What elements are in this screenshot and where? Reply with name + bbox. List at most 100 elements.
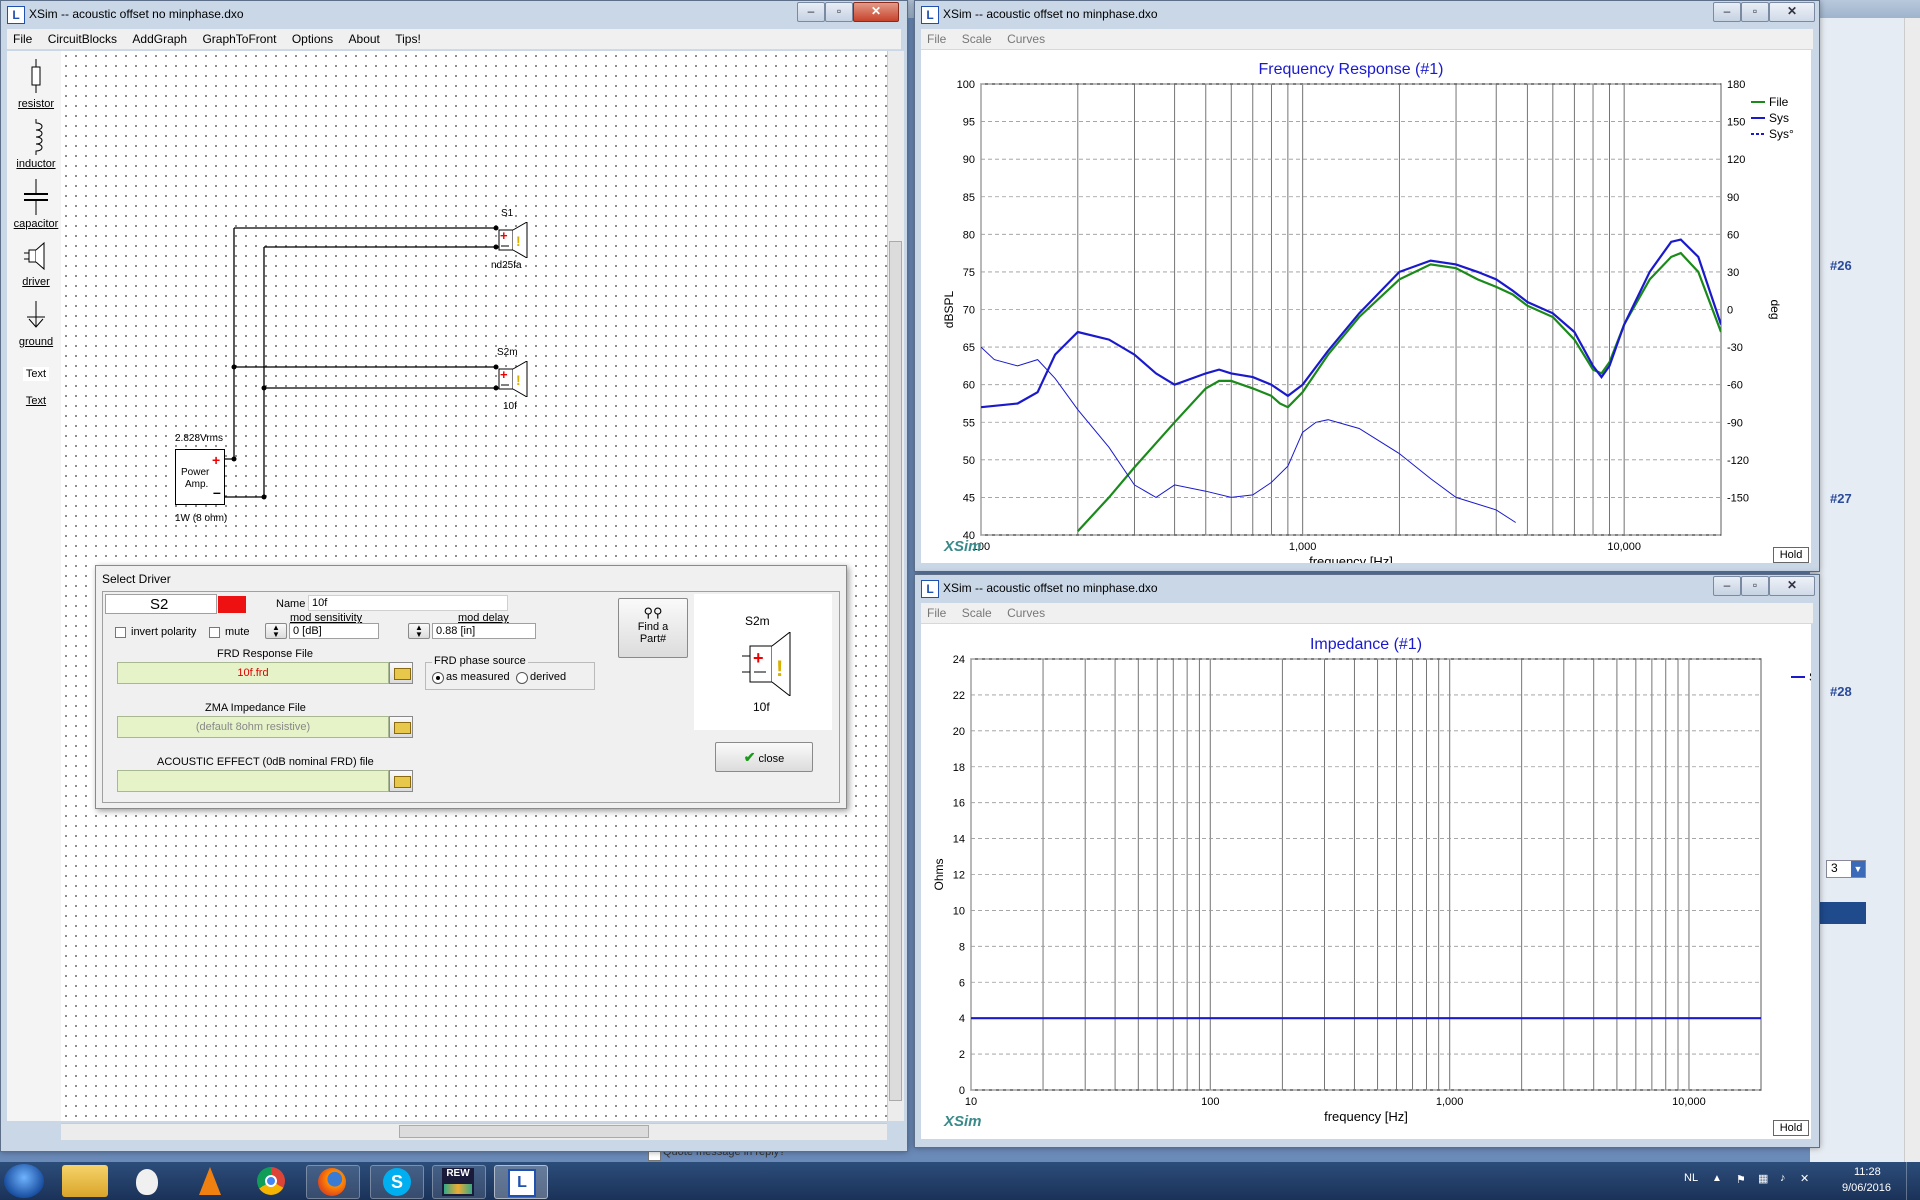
close-button[interactable]: ✔ close — [715, 742, 813, 772]
menu-options[interactable]: Options — [286, 29, 339, 46]
dialog-body: S2 Name 10f invert polarity mute mod sen… — [102, 591, 840, 803]
tool-capacitor[interactable]: capacitor — [7, 179, 65, 230]
minimize-button[interactable]: – — [797, 2, 825, 22]
mod-sensitivity-spinner[interactable]: ▲ ▼ — [265, 623, 287, 639]
acoustic-effect-label: ACOUSTIC EFFECT (0dB nominal FRD) file — [157, 756, 374, 768]
driver-id-box: S2 — [105, 594, 246, 614]
svg-text:!: ! — [776, 656, 783, 681]
background-side-tag[interactable]: #27 — [1830, 491, 1852, 506]
menu-graphtofront[interactable]: GraphToFront — [196, 29, 282, 46]
title-bar: L XSim -- acoustic offset no minphase.dx… — [915, 1, 1819, 27]
skype-taskbar-icon[interactable]: S — [370, 1165, 424, 1199]
driver-s1[interactable]: S1 +! nd25fa — [491, 208, 537, 271]
find-part-button[interactable]: ⚲⚲ Find a Part# — [618, 598, 688, 658]
menu-curves[interactable]: Curves — [1001, 29, 1051, 46]
menu-file[interactable]: File — [921, 29, 952, 46]
tray-network-icon[interactable]: ▦ — [1758, 1172, 1768, 1185]
close-window-button[interactable]: ✕ — [853, 2, 899, 22]
radio-as-measured[interactable] — [432, 672, 444, 684]
start-button[interactable] — [4, 1164, 44, 1198]
tray-chevron-icon[interactable]: ▲ — [1712, 1173, 1722, 1184]
frd-file-field[interactable]: 10f.frd — [117, 662, 389, 684]
derived-label: derived — [530, 671, 567, 683]
title-bar: L XSim -- acoustic offset no minphase.dx… — [1, 1, 907, 27]
y-tick-label: 55 — [963, 417, 975, 429]
menu-addgraph[interactable]: AddGraph — [126, 29, 193, 46]
vertical-scrollbar[interactable] — [887, 51, 904, 1121]
svg-text:+: + — [500, 367, 508, 382]
hold-button[interactable]: Hold — [1773, 547, 1809, 563]
maximize-button[interactable]: ▫ — [1741, 576, 1769, 596]
menu-circuitblocks[interactable]: CircuitBlocks — [42, 29, 123, 46]
power-amp[interactable]: Power Amp. + – — [175, 449, 225, 505]
hold-button[interactable]: Hold — [1773, 1120, 1809, 1136]
tool-ground[interactable]: ground — [7, 301, 65, 348]
clock-time[interactable]: 11:28 — [1854, 1166, 1881, 1178]
chrome-taskbar-icon[interactable] — [248, 1165, 294, 1197]
menu-file[interactable]: File — [921, 603, 952, 620]
firefox-taskbar-icon[interactable] — [306, 1165, 360, 1199]
menu-scale[interactable]: Scale — [956, 603, 998, 620]
scroll-thumb[interactable] — [399, 1125, 649, 1138]
impedance-graph-area: 0 2 4 6 8 10 12 14 16 18 20 22 24 10 100 1,000 10,000 Imp… — [921, 624, 1829, 1139]
maximize-button[interactable]: ▫ — [825, 2, 853, 22]
radio-derived[interactable] — [516, 672, 528, 684]
acoustic-file-field[interactable] — [117, 770, 389, 792]
speaker-icon — [24, 241, 45, 271]
acoustic-browse-button[interactable] — [389, 770, 413, 792]
minimize-button[interactable]: – — [1713, 576, 1741, 596]
tool-inductor[interactable]: inductor — [7, 119, 65, 170]
maximize-button[interactable]: ▫ — [1741, 2, 1769, 22]
y-tick-label: 4 — [959, 1013, 965, 1025]
background-side-select[interactable]: 3 ▼ — [1826, 860, 1866, 878]
vlc-taskbar-icon[interactable] — [186, 1165, 232, 1197]
menu-tips[interactable]: Tips! — [389, 29, 427, 46]
clock-date[interactable]: 9/06/2016 — [1842, 1182, 1891, 1194]
tool-text-link[interactable]: Text — [7, 395, 65, 407]
tool-text[interactable]: Text — [7, 367, 65, 381]
tool-driver[interactable]: driver — [7, 241, 65, 288]
show-desktop-button[interactable] — [1906, 1162, 1920, 1200]
driver-preview: S2m +! 10f — [694, 594, 832, 730]
frd-browse-button[interactable] — [389, 662, 413, 684]
impedance-chart: 02468101214161820222410 100 1,000 10,000Imp… — [932, 636, 1829, 1124]
zma-file-field[interactable]: (default 8ohm resistive) — [117, 716, 389, 738]
alien-icon — [136, 1169, 158, 1195]
mod-sensitivity-input[interactable]: 0 [dB] — [289, 623, 379, 639]
alien-taskbar-icon[interactable] — [124, 1165, 170, 1197]
mod-delay-spinner[interactable]: ▲ ▼ — [408, 623, 430, 639]
background-side-tag[interactable]: #26 — [1830, 258, 1852, 273]
invert-polarity-checkbox[interactable] — [115, 627, 126, 638]
menu-file[interactable]: File — [7, 29, 38, 46]
y2-axis-label: deg — [1768, 299, 1782, 319]
menu-about[interactable]: About — [343, 29, 386, 46]
frequency-graph-area: 40 45 50 55 60 65 70 75 80 85 90 95 100 -150 -120 -90 -6… — [921, 50, 1811, 569]
tray-app-icon[interactable]: ✕ — [1800, 1172, 1809, 1185]
tool-resistor[interactable]: resistor — [7, 59, 65, 110]
close-window-button[interactable]: ✕ — [1769, 2, 1815, 22]
scroll-thumb[interactable] — [889, 241, 902, 1101]
background-side-tag[interactable]: #28 — [1830, 684, 1852, 699]
driver-color-swatch[interactable] — [218, 596, 246, 613]
horizontal-scrollbar[interactable] — [61, 1123, 887, 1140]
y-tick-label: 70 — [963, 305, 975, 317]
menu-scale[interactable]: Scale — [956, 29, 998, 46]
legend-label: Sys — [1809, 670, 1811, 684]
tray-volume-icon[interactable]: ♪ — [1780, 1172, 1786, 1184]
driver-s2m[interactable]: S2m +! 10f — [497, 347, 537, 412]
background-scrollbar[interactable] — [1904, 18, 1920, 1162]
minimize-button[interactable]: – — [1713, 2, 1741, 22]
close-window-button[interactable]: ✕ — [1769, 576, 1815, 596]
vlc-icon — [199, 1167, 221, 1195]
mod-delay-input[interactable]: 0.88 [in] — [432, 623, 536, 639]
tray-flag-icon[interactable]: ⚑ — [1736, 1173, 1746, 1186]
language-indicator[interactable]: NL — [1684, 1172, 1698, 1184]
mute-checkbox[interactable] — [209, 627, 220, 638]
xsim-taskbar-icon[interactable]: L — [494, 1165, 548, 1199]
name-input[interactable]: 10f — [308, 595, 508, 611]
rew-taskbar-icon[interactable]: REW — [432, 1165, 486, 1199]
menu-curves[interactable]: Curves — [1001, 603, 1051, 620]
zma-browse-button[interactable] — [389, 716, 413, 738]
text-tool-icon: Text — [22, 367, 50, 381]
explorer-taskbar-icon[interactable] — [62, 1165, 108, 1197]
